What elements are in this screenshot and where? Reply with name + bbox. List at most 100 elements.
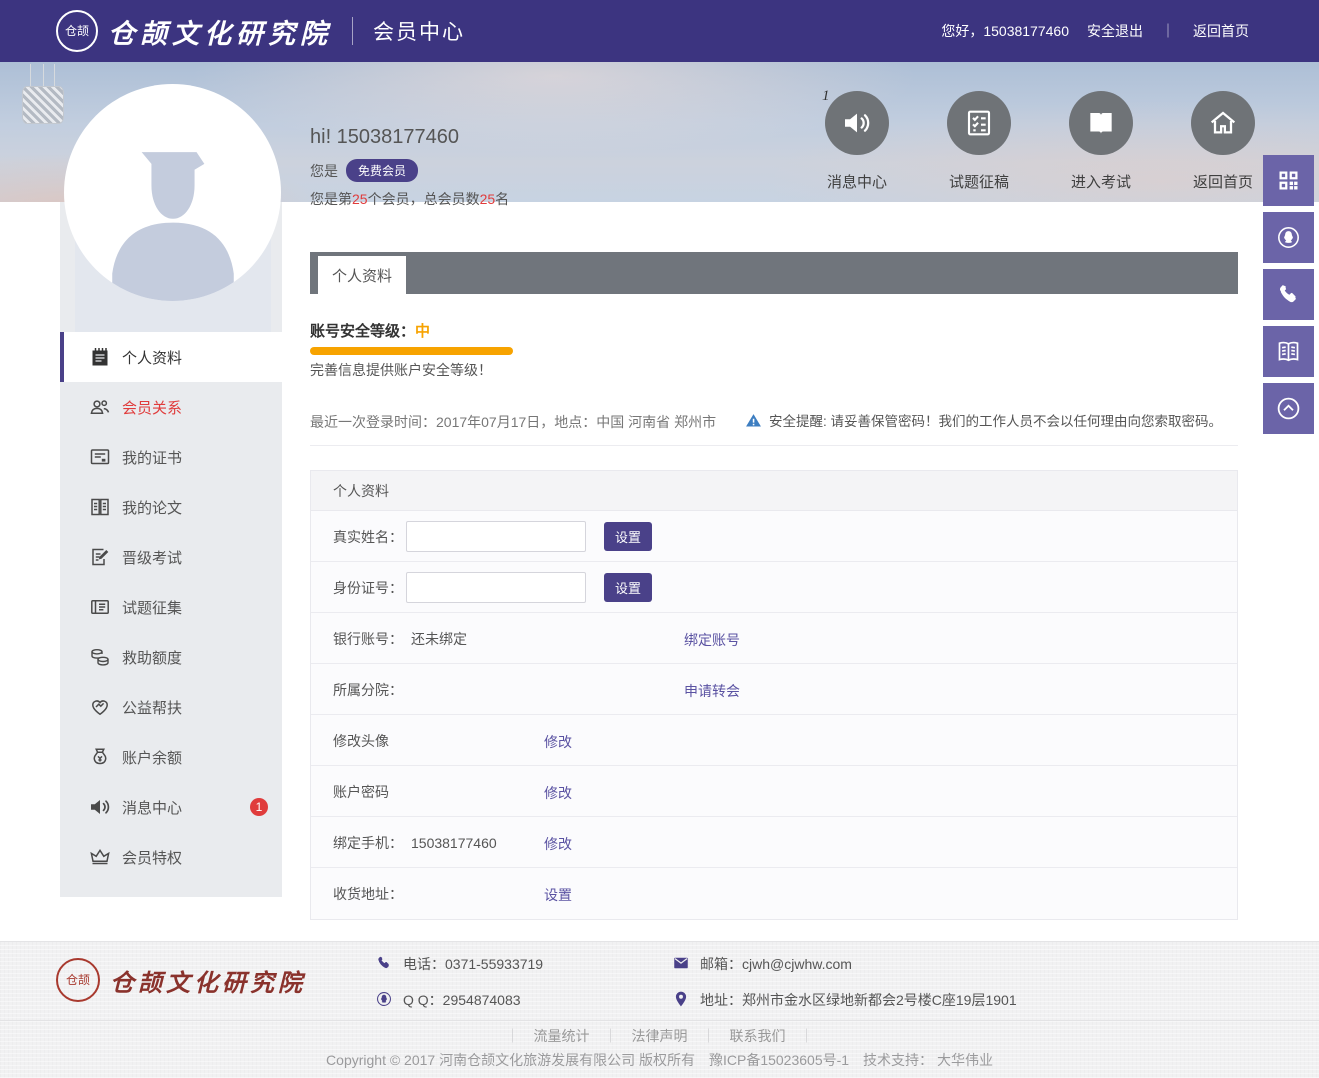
profile-row-text: 修改头像: [333, 715, 389, 766]
quick-action-label: 试题征稿: [949, 171, 1009, 192]
sidebar-item-label: 会员关系: [122, 397, 182, 418]
member-total: 25: [480, 191, 496, 207]
quick-action-试题征稿[interactable]: 试题征稿: [918, 91, 1040, 192]
sidebar-item-救助额度[interactable]: 救助额度: [60, 632, 282, 682]
footer-contact: 地址：郑州市金水区绿地新都会2号楼C座19层1901: [672, 988, 1017, 1012]
row-label: 绑定手机：: [333, 833, 403, 853]
sidebar-item-我的证书[interactable]: 我的证书: [60, 432, 282, 482]
greeting-text: hi! 15038177460: [310, 126, 509, 149]
qq-icon: [375, 990, 393, 1011]
book-lines-float-button[interactable]: [1263, 326, 1314, 377]
crown-icon: [88, 845, 112, 869]
contact-text: 电话：0371-55933719: [403, 954, 543, 974]
header-greeting: 您好，15038177460: [941, 21, 1069, 41]
row-action-link[interactable]: 设置: [544, 885, 572, 905]
sidebar-item-公益帮扶[interactable]: 公益帮扶: [60, 682, 282, 732]
link-separator: ｜: [604, 1026, 618, 1046]
member-count-text: 您是第25个会员，总会员数25名: [310, 189, 509, 209]
quick-action-进入考试[interactable]: 进入考试: [1040, 91, 1162, 192]
footer-link-法律声明[interactable]: 法律声明: [632, 1026, 688, 1046]
phone-float-button[interactable]: [1263, 269, 1314, 320]
row-action-link[interactable]: 修改: [544, 783, 572, 803]
tab-profile[interactable]: 个人资料: [318, 256, 406, 294]
last-login-info: 最近一次登录时间：2017年07月17日，地点：中国 河南省 郑州市: [310, 412, 716, 432]
sidebar-item-label: 账户余额: [122, 747, 182, 768]
security-level-bar: [310, 347, 513, 355]
link-separator: ｜: [506, 1026, 520, 1046]
footer-links: ｜流量统计｜法律声明｜联系我们｜: [0, 1020, 1319, 1050]
row-action-link[interactable]: 绑定账号: [684, 630, 740, 650]
coins-icon: [88, 645, 112, 669]
profile-row: 账户密码修改: [311, 766, 1237, 817]
footer: 仓颉 仓颉文化研究院 电话：0371-55933719 Q Q：295487408…: [0, 941, 1319, 1078]
row-action-link[interactable]: 修改: [544, 834, 572, 854]
sidebar-item-消息中心[interactable]: 消息中心1: [60, 782, 282, 832]
checklist-icon: [947, 91, 1011, 155]
speaker-icon: [88, 795, 112, 819]
sidebar-item-label: 我的论文: [122, 497, 182, 518]
footer-seal-icon: 仓颉: [56, 958, 100, 1002]
profile-row: 所属分院： 申请转会: [311, 664, 1237, 715]
sidebar-item-label: 我的证书: [122, 447, 182, 468]
sidebar-item-我的论文[interactable]: 我的论文: [60, 482, 282, 532]
avatar: [64, 84, 281, 301]
profile-row: 真实姓名：设置: [311, 511, 1237, 562]
footer-link-流量统计[interactable]: 流量统计: [534, 1026, 590, 1046]
you-are-label: 您是: [310, 161, 338, 181]
footer-link-联系我们[interactable]: 联系我们: [730, 1026, 786, 1046]
profile-row-text: 绑定手机： 15038177460: [333, 817, 497, 868]
security-level-note: 完善信息提供账户安全等级！: [310, 360, 492, 380]
sidebar-item-账户余额[interactable]: 账户余额: [60, 732, 282, 782]
back-home-link[interactable]: 返回首页: [1193, 21, 1249, 41]
profile-row-text: 所属分院：: [333, 664, 403, 715]
sidebar-item-label: 公益帮扶: [122, 697, 182, 718]
qrcode-float-button[interactable]: [1263, 155, 1314, 206]
row-value: 还未绑定: [411, 629, 467, 649]
mail-icon: [672, 954, 690, 975]
open-book-icon: [1069, 91, 1133, 155]
身份证号-input[interactable]: [406, 572, 586, 603]
sidebar-item-个人资料[interactable]: 个人资料: [60, 332, 282, 382]
header-user-links: 您好，15038177460 安全退出 ｜ 返回首页: [941, 0, 1249, 62]
portal-title: 会员中心: [373, 16, 465, 46]
qq-float-button[interactable]: [1263, 212, 1314, 263]
真实姓名-input[interactable]: [406, 521, 586, 552]
panel-title: 个人资料: [311, 471, 1237, 511]
contact-text: Q Q：2954874083: [403, 990, 521, 1010]
membership-badge: 免费会员: [346, 159, 418, 182]
copyright: Copyright © 2017 河南仓颉文化旅游发展有限公司 版权所有 豫IC…: [0, 1050, 1319, 1070]
logout-link[interactable]: 安全退出: [1087, 21, 1143, 41]
row-value: 15038177460: [411, 835, 497, 851]
papers-icon: [88, 495, 112, 519]
sidebar-item-label: 个人资料: [122, 347, 182, 368]
quick-action-消息中心[interactable]: 消息中心: [796, 91, 918, 192]
footer-brand: 仓颉 仓颉文化研究院: [56, 958, 306, 1002]
sidebar-item-试题征集[interactable]: 试题征集: [60, 582, 282, 632]
footer-brand-name: 仓颉文化研究院: [110, 963, 306, 998]
quick-actions: 消息中心试题征稿进入考试返回首页: [796, 91, 1284, 192]
footer-contacts-right: 邮箱：cjwh@cjwhw.com地址：郑州市金水区绿地新都会2号楼C座19层1…: [672, 952, 1017, 1012]
member-index: 25: [352, 191, 368, 207]
quick-action-label: 消息中心: [827, 171, 887, 192]
footer-contact: Q Q：2954874083: [375, 988, 543, 1012]
sidebar-item-label: 晋级考试: [122, 547, 182, 568]
sidebar-menu: 个人资料会员关系我的证书我的论文晋级考试试题征集救助额度公益帮扶账户余额消息中心…: [60, 332, 282, 882]
set-button[interactable]: 设置: [604, 573, 652, 602]
sidebar-item-会员关系[interactable]: 会员关系: [60, 382, 282, 432]
profile-row: 银行账号：还未绑定绑定账号: [311, 613, 1237, 664]
row-action-link[interactable]: 修改: [544, 732, 572, 752]
sidebar-item-晋级考试[interactable]: 晋级考试: [60, 532, 282, 582]
brand-seal-icon: 仓颉: [56, 10, 98, 52]
row-label: 身份证号：: [333, 578, 403, 598]
security-alert: 安全提醒: 请妥善保管密码！我们的工作人员不会以任何理由向您索取密码。: [745, 410, 1222, 430]
notice-count: 1: [822, 88, 830, 105]
set-button[interactable]: 设置: [604, 522, 652, 551]
login-info-row: 最近一次登录时间：2017年07月17日，地点：中国 河南省 郑州市 安全提醒:…: [310, 410, 1238, 446]
unread-badge: 1: [250, 798, 268, 816]
row-action-link[interactable]: 申请转会: [684, 681, 740, 701]
profile-panel: 个人资料 真实姓名：设置身份证号：设置银行账号：还未绑定绑定账号所属分院：申请转…: [310, 470, 1238, 920]
profile-row: 修改头像 修改: [311, 715, 1237, 766]
brand-divider: [352, 17, 353, 45]
back-to-top-float-button[interactable]: [1263, 383, 1314, 434]
sidebar-item-会员特权[interactable]: 会员特权: [60, 832, 282, 882]
